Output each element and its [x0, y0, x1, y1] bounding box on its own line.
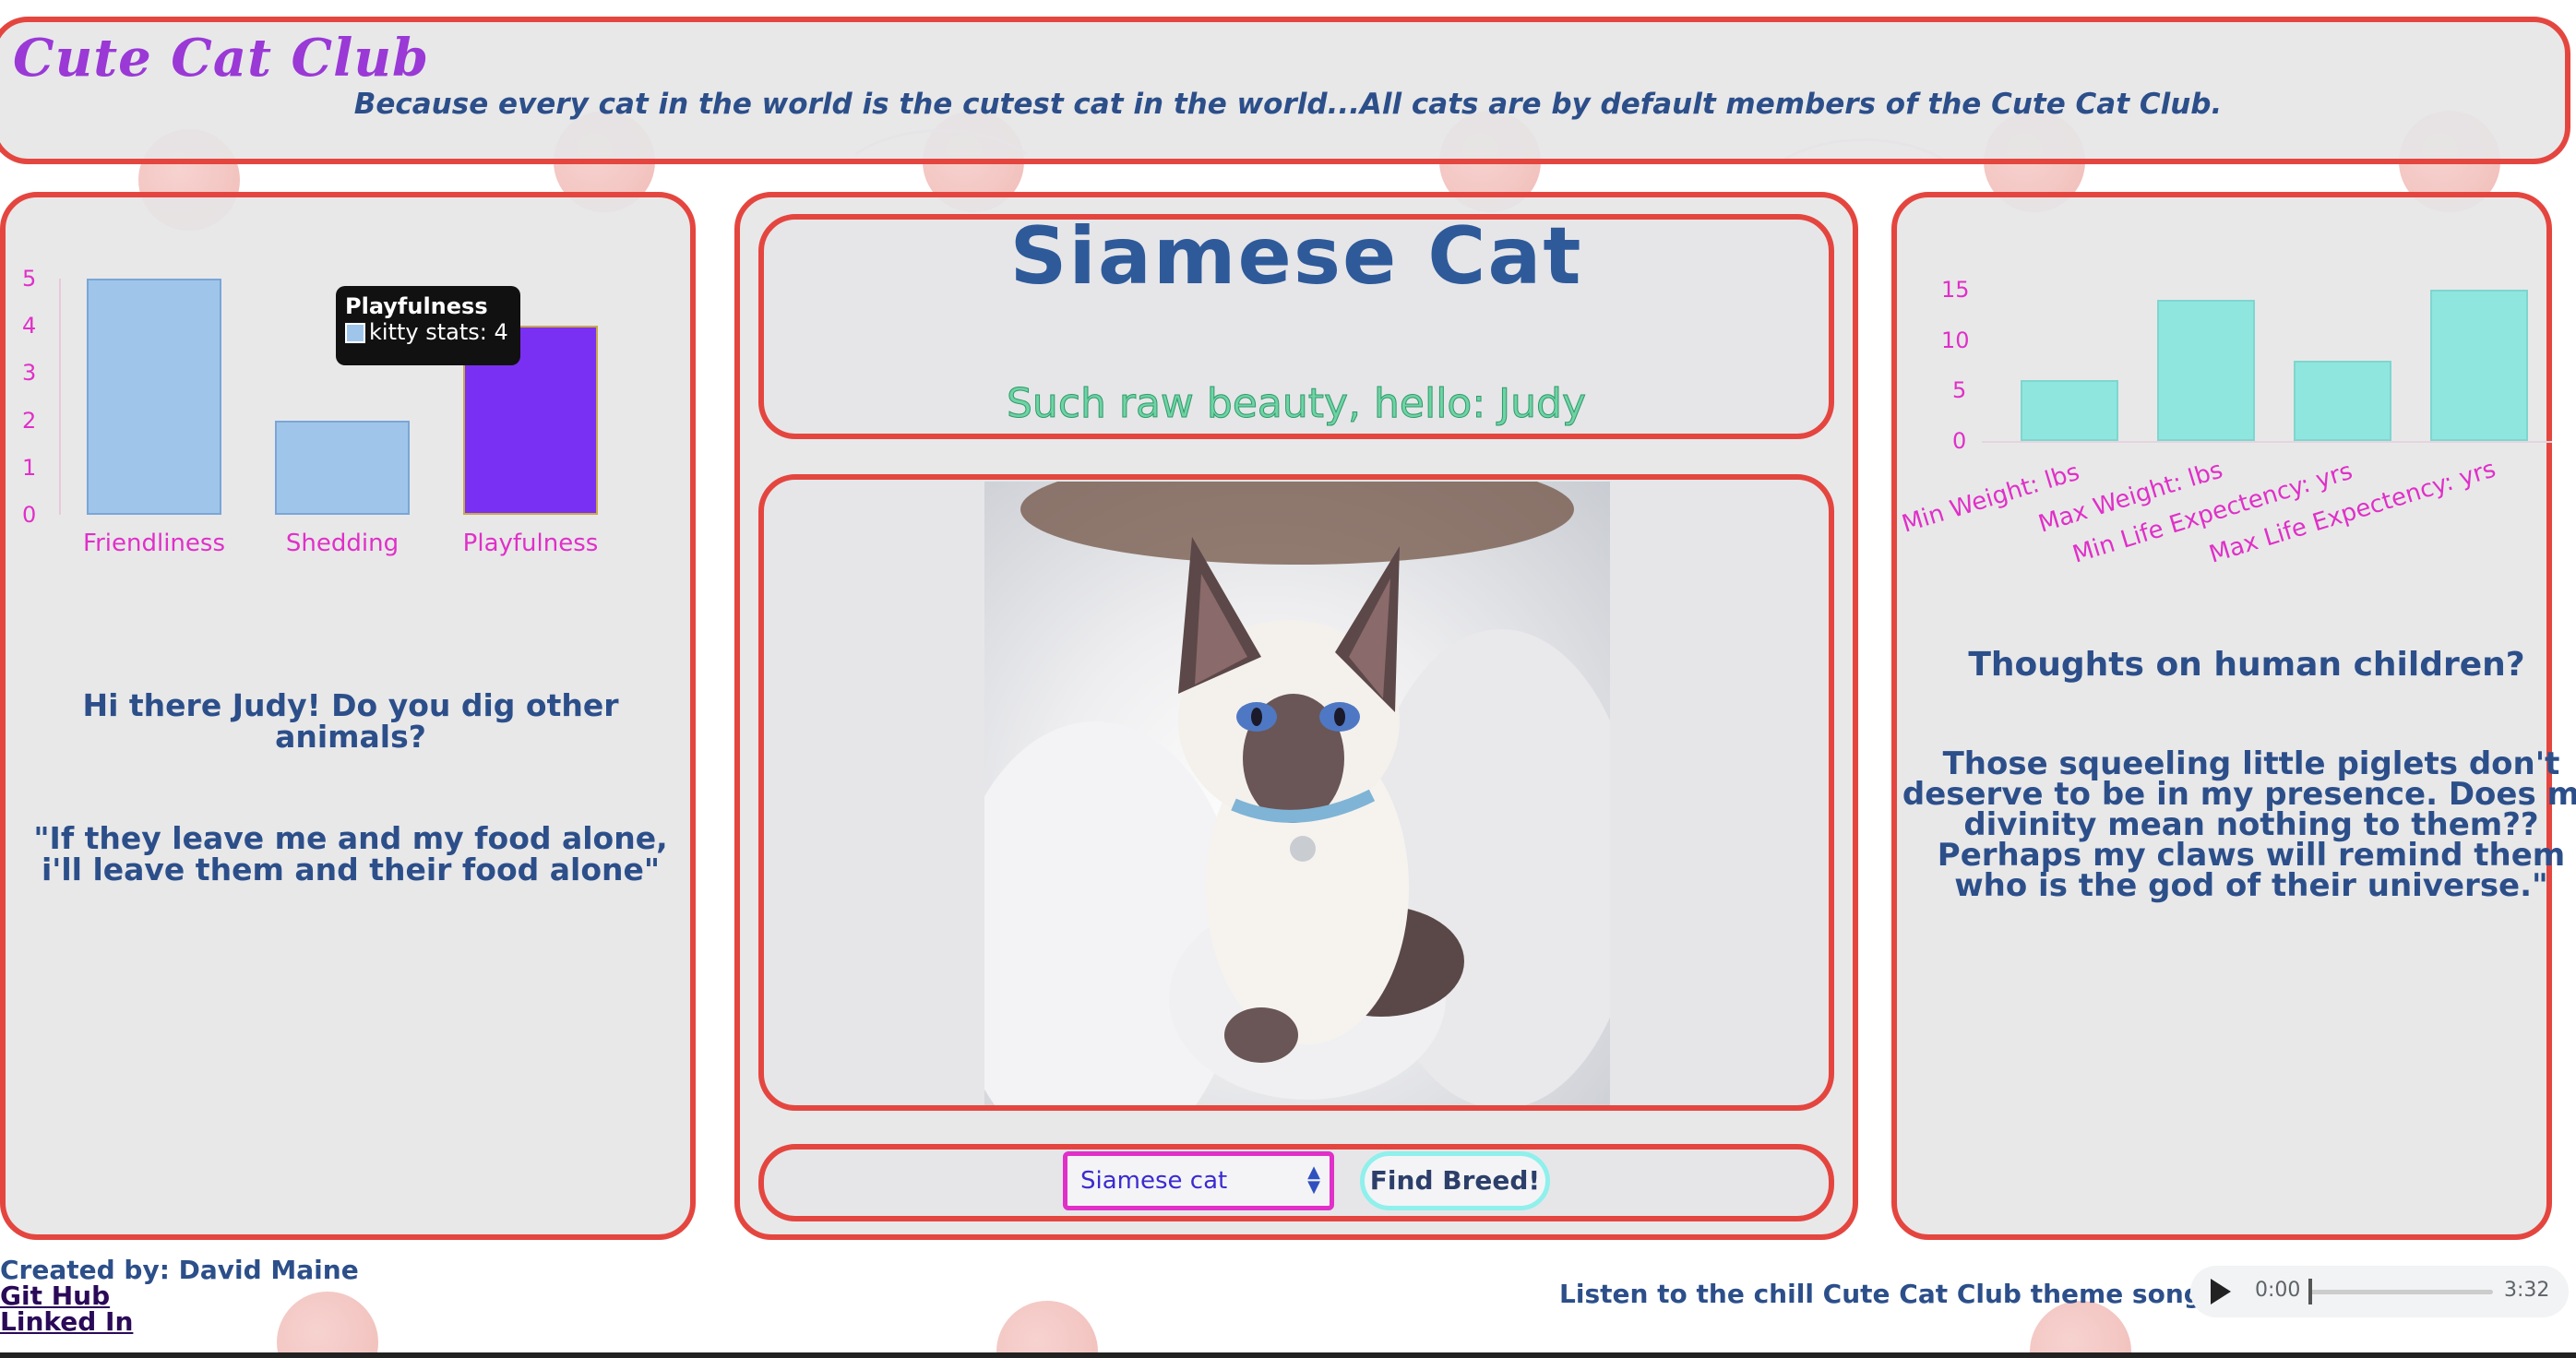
breed-select-value: Siamese cat	[1080, 1167, 1228, 1195]
y-tick-label: 0	[22, 502, 37, 528]
audio-progress-thumb[interactable]	[2308, 1279, 2312, 1304]
find-breed-button[interactable]: Find Breed!	[1360, 1151, 1550, 1210]
y-tick-label: 5	[1952, 377, 1967, 404]
bottom-divider	[0, 1352, 2576, 1358]
y-tick-label: 15	[1941, 277, 1970, 303]
yarn-ball-decoration	[277, 1292, 378, 1358]
tooltip-value: kitty stats: 4	[369, 319, 508, 345]
siamese-kitten-image	[984, 482, 1610, 1105]
chart-bar[interactable]	[2021, 380, 2118, 441]
thoughts-answer: Those squeeling little piglets don't des…	[1902, 745, 2576, 904]
x-tick-label: Shedding	[285, 530, 400, 557]
audio-player[interactable]: 0:00 3:32	[2190, 1266, 2569, 1317]
audio-progress-track[interactable]	[2308, 1290, 2493, 1294]
beauty-line: Such raw beauty, hello: Judy	[1007, 380, 1587, 428]
y-tick-label: 2	[22, 407, 37, 434]
cat-photo	[984, 482, 1610, 1105]
listen-text: Listen to the chill Cute Cat Club theme …	[1559, 1279, 2267, 1309]
y-tick-label: 3	[22, 360, 37, 387]
audio-current-time: 0:00	[2255, 1279, 2301, 1302]
x-axis-line	[1982, 441, 2552, 443]
y-tick-label: 5	[22, 266, 37, 292]
yarn-ball-decoration	[2030, 1301, 2131, 1358]
breed-select[interactable]: Siamese cat ▲ ▼	[1063, 1151, 1334, 1210]
x-tick-label: Playfulness	[462, 530, 599, 557]
y-axis-line	[59, 279, 61, 515]
breed-name: Siamese Cat	[1009, 210, 1583, 303]
quote-text: "If they leave me and my food alone, i'l…	[33, 820, 668, 887]
y-tick-label: 1	[22, 454, 37, 481]
y-tick-label: 4	[22, 313, 37, 340]
chart-bar[interactable]	[275, 420, 410, 515]
play-icon[interactable]	[2211, 1279, 2231, 1304]
audio-duration: 3:32	[2504, 1279, 2550, 1302]
chart-tooltip: Playfulness kitty stats: 4	[336, 286, 520, 365]
linkedin-link[interactable]: Linked In	[0, 1306, 133, 1337]
chart-bar[interactable]	[2430, 290, 2528, 441]
thoughts-question: Thoughts on human children?	[1968, 646, 2525, 684]
select-arrows-icon: ▲ ▼	[1307, 1162, 1320, 1197]
chart-bar[interactable]	[2157, 299, 2255, 441]
legend-swatch	[345, 323, 365, 343]
yarn-ball-decoration	[996, 1301, 1098, 1358]
greeting-text: Hi there Judy! Do you dig other animals?	[82, 687, 619, 755]
chart-bar[interactable]	[2294, 360, 2391, 441]
tooltip-title: Playfulness	[345, 293, 488, 319]
x-tick-label: Friendliness	[83, 530, 225, 557]
club-title: Cute Cat Club	[13, 28, 430, 89]
y-tick-label: 10	[1941, 327, 1970, 353]
chart-bar[interactable]	[87, 279, 221, 515]
y-tick-label: 0	[1952, 428, 1967, 454]
tagline: Because every cat in the world is the cu…	[353, 88, 2223, 121]
